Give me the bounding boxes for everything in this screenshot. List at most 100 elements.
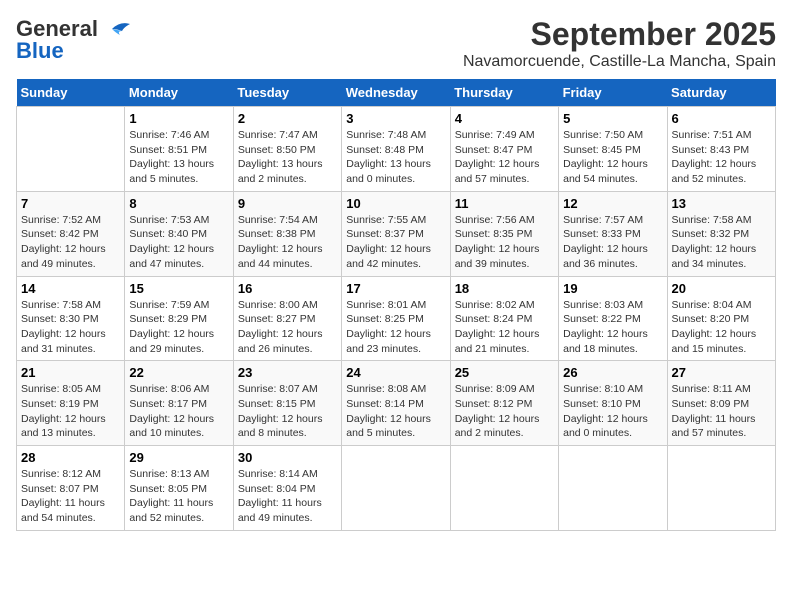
calendar-cell: 1 Sunrise: 7:46 AM Sunset: 8:51 PM Daylig… [125,107,233,192]
day-info: Sunrise: 7:50 AM Sunset: 8:45 PM Dayligh… [563,129,648,185]
calendar-cell: 18 Sunrise: 8:02 AM Sunset: 8:24 PM Dayli… [450,276,558,361]
day-number: 19 [563,281,662,296]
week-row-5: 28 Sunrise: 8:12 AM Sunset: 8:07 PM Dayli… [17,446,776,531]
calendar-cell: 21 Sunrise: 8:05 AM Sunset: 8:19 PM Dayli… [17,361,125,446]
calendar-cell: 7Sunrise: 7:52 AM Sunset: 8:42 PM Daylig… [17,191,125,276]
col-header-saturday: Saturday [667,79,775,107]
logo-bird-icon [102,19,132,39]
col-header-wednesday: Wednesday [342,79,450,107]
calendar-cell [559,446,667,531]
day-info: Sunrise: 8:01 AM Sunset: 8:25 PM Dayligh… [346,299,431,355]
day-info: Sunrise: 7:48 AM Sunset: 8:48 PM Dayligh… [346,129,431,185]
calendar-cell: 8Sunrise: 7:53 AM Sunset: 8:40 PM Daylig… [125,191,233,276]
day-number: 13 [672,196,771,211]
calendar-cell: 14Sunrise: 7:58 AM Sunset: 8:30 PM Dayli… [17,276,125,361]
calendar-cell: 11 Sunrise: 7:56 AM Sunset: 8:35 PM Dayli… [450,191,558,276]
col-header-monday: Monday [125,79,233,107]
day-number: 23 [238,365,337,380]
calendar-table: SundayMondayTuesdayWednesdayThursdayFrid… [16,79,776,531]
day-info: Sunrise: 7:47 AM Sunset: 8:50 PM Dayligh… [238,129,323,185]
day-number: 18 [455,281,554,296]
calendar-cell: 26Sunrise: 8:10 AM Sunset: 8:10 PM Dayli… [559,361,667,446]
day-info: Sunrise: 8:07 AM Sunset: 8:15 PM Dayligh… [238,383,323,439]
day-info: Sunrise: 7:53 AM Sunset: 8:40 PM Dayligh… [129,214,214,270]
day-info: Sunrise: 7:59 AM Sunset: 8:29 PM Dayligh… [129,299,214,355]
day-number: 7 [21,196,120,211]
day-number: 12 [563,196,662,211]
calendar-cell: 23 Sunrise: 8:07 AM Sunset: 8:15 PM Dayli… [233,361,341,446]
calendar-cell: 9Sunrise: 7:54 AM Sunset: 8:38 PM Daylig… [233,191,341,276]
calendar-cell: 3Sunrise: 7:48 AM Sunset: 8:48 PM Daylig… [342,107,450,192]
week-row-2: 7Sunrise: 7:52 AM Sunset: 8:42 PM Daylig… [17,191,776,276]
day-info: Sunrise: 7:57 AM Sunset: 8:33 PM Dayligh… [563,214,648,270]
day-info: Sunrise: 7:55 AM Sunset: 8:37 PM Dayligh… [346,214,431,270]
day-number: 26 [563,365,662,380]
day-info: Sunrise: 8:06 AM Sunset: 8:17 PM Dayligh… [129,383,214,439]
calendar-cell: 24 Sunrise: 8:08 AM Sunset: 8:14 PM Dayli… [342,361,450,446]
day-number: 22 [129,365,228,380]
calendar-cell: 4 Sunrise: 7:49 AM Sunset: 8:47 PM Daylig… [450,107,558,192]
day-number: 29 [129,450,228,465]
day-info: Sunrise: 7:54 AM Sunset: 8:38 PM Dayligh… [238,214,323,270]
calendar-cell: 19 Sunrise: 8:03 AM Sunset: 8:22 PM Dayli… [559,276,667,361]
day-info: Sunrise: 7:58 AM Sunset: 8:32 PM Dayligh… [672,214,757,270]
calendar-cell [667,446,775,531]
day-info: Sunrise: 7:49 AM Sunset: 8:47 PM Dayligh… [455,129,540,185]
day-number: 16 [238,281,337,296]
day-number: 10 [346,196,445,211]
day-info: Sunrise: 8:05 AM Sunset: 8:19 PM Dayligh… [21,383,106,439]
page-header: General Blue September 2025 Navamorcuend… [16,16,776,71]
calendar-cell: 10 Sunrise: 7:55 AM Sunset: 8:37 PM Dayli… [342,191,450,276]
calendar-cell: 22 Sunrise: 8:06 AM Sunset: 8:17 PM Dayli… [125,361,233,446]
day-number: 21 [21,365,120,380]
day-number: 17 [346,281,445,296]
day-number: 28 [21,450,120,465]
day-number: 11 [455,196,554,211]
day-info: Sunrise: 8:00 AM Sunset: 8:27 PM Dayligh… [238,299,323,355]
week-row-1: 1 Sunrise: 7:46 AM Sunset: 8:51 PM Daylig… [17,107,776,192]
calendar-cell: 5 Sunrise: 7:50 AM Sunset: 8:45 PM Daylig… [559,107,667,192]
day-info: Sunrise: 8:08 AM Sunset: 8:14 PM Dayligh… [346,383,431,439]
day-number: 24 [346,365,445,380]
day-info: Sunrise: 7:46 AM Sunset: 8:51 PM Dayligh… [129,129,214,185]
day-number: 20 [672,281,771,296]
calendar-cell: 30 Sunrise: 8:14 AM Sunset: 8:04 PM Dayli… [233,446,341,531]
day-info: Sunrise: 8:14 AM Sunset: 8:04 PM Dayligh… [238,468,322,524]
calendar-cell: 25Sunrise: 8:09 AM Sunset: 8:12 PM Dayli… [450,361,558,446]
day-number: 27 [672,365,771,380]
calendar-cell [450,446,558,531]
day-info: Sunrise: 7:58 AM Sunset: 8:30 PM Dayligh… [21,299,106,355]
day-number: 6 [672,111,771,126]
day-number: 1 [129,111,228,126]
calendar-cell: 20 Sunrise: 8:04 AM Sunset: 8:20 PM Dayli… [667,276,775,361]
day-number: 30 [238,450,337,465]
week-row-3: 14Sunrise: 7:58 AM Sunset: 8:30 PM Dayli… [17,276,776,361]
calendar-subtitle: Navamorcuende, Castille-La Mancha, Spain [463,53,776,71]
day-info: Sunrise: 8:04 AM Sunset: 8:20 PM Dayligh… [672,299,757,355]
day-number: 5 [563,111,662,126]
day-info: Sunrise: 8:02 AM Sunset: 8:24 PM Dayligh… [455,299,540,355]
day-number: 4 [455,111,554,126]
col-header-sunday: Sunday [17,79,125,107]
calendar-cell: 29Sunrise: 8:13 AM Sunset: 8:05 PM Dayli… [125,446,233,531]
calendar-cell: 17 Sunrise: 8:01 AM Sunset: 8:25 PM Dayli… [342,276,450,361]
day-info: Sunrise: 8:03 AM Sunset: 8:22 PM Dayligh… [563,299,648,355]
calendar-cell [17,107,125,192]
day-info: Sunrise: 7:56 AM Sunset: 8:35 PM Dayligh… [455,214,540,270]
logo: General Blue [16,16,132,64]
calendar-cell: 13 Sunrise: 7:58 AM Sunset: 8:32 PM Dayli… [667,191,775,276]
day-number: 25 [455,365,554,380]
day-info: Sunrise: 8:11 AM Sunset: 8:09 PM Dayligh… [672,383,756,439]
calendar-cell: 27 Sunrise: 8:11 AM Sunset: 8:09 PM Dayli… [667,361,775,446]
calendar-header-row: SundayMondayTuesdayWednesdayThursdayFrid… [17,79,776,107]
calendar-cell: 16 Sunrise: 8:00 AM Sunset: 8:27 PM Dayli… [233,276,341,361]
day-number: 2 [238,111,337,126]
day-info: Sunrise: 7:51 AM Sunset: 8:43 PM Dayligh… [672,129,757,185]
calendar-cell: 12 Sunrise: 7:57 AM Sunset: 8:33 PM Dayli… [559,191,667,276]
col-header-thursday: Thursday [450,79,558,107]
day-info: Sunrise: 8:12 AM Sunset: 8:07 PM Dayligh… [21,468,105,524]
day-number: 15 [129,281,228,296]
logo-text-blue: Blue [16,38,64,64]
calendar-cell: 6 Sunrise: 7:51 AM Sunset: 8:43 PM Daylig… [667,107,775,192]
week-row-4: 21 Sunrise: 8:05 AM Sunset: 8:19 PM Dayli… [17,361,776,446]
